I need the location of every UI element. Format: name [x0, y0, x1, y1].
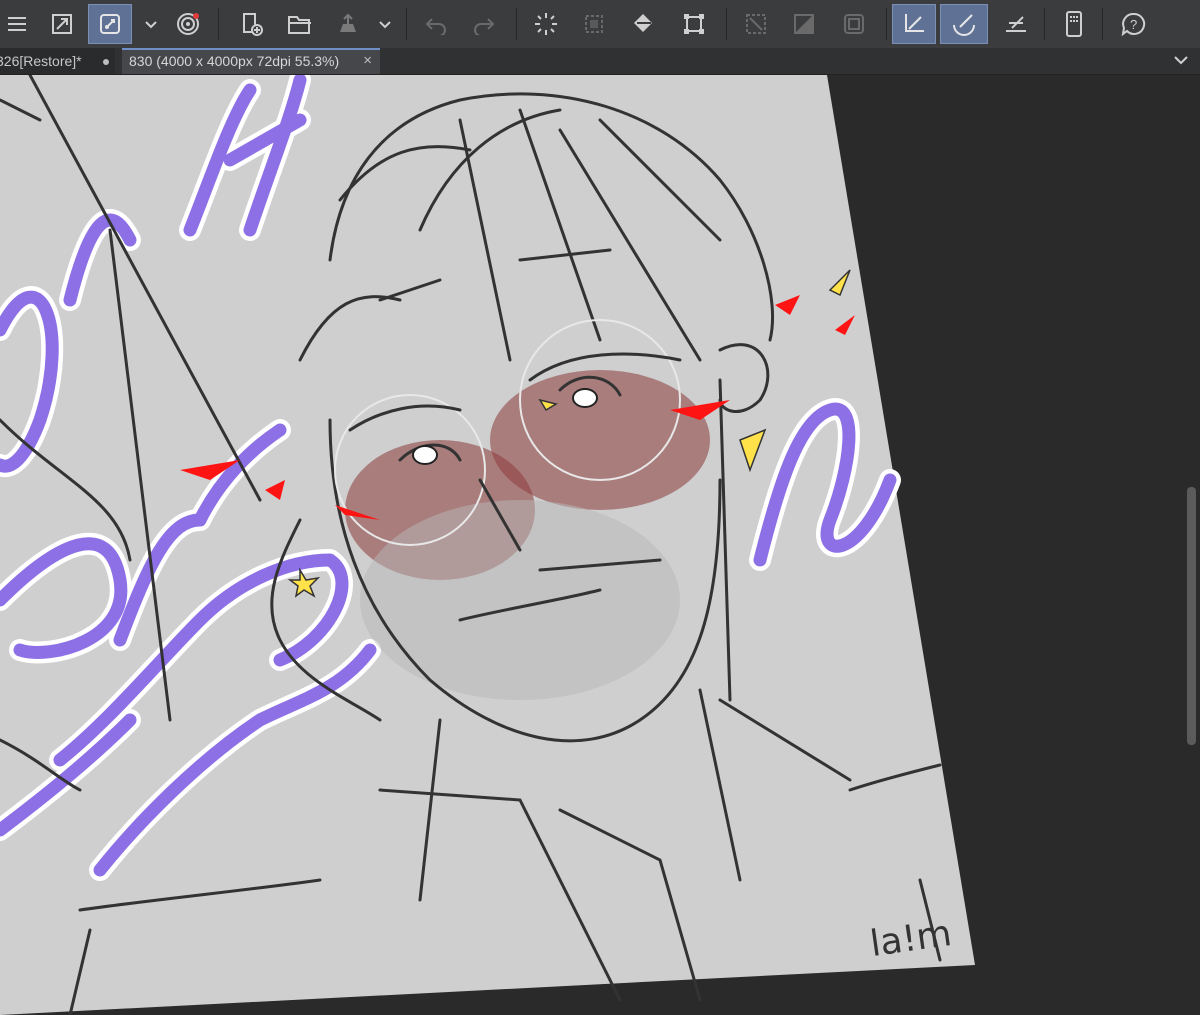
transform-icon[interactable] [672, 4, 716, 44]
open-folder-icon[interactable] [278, 4, 322, 44]
unsaved-dot-icon [103, 59, 109, 65]
toolbar-separator [406, 8, 407, 40]
spiral-icon[interactable] [166, 4, 210, 44]
ruler-snap-icon[interactable] [892, 4, 936, 44]
device-icon[interactable] [1052, 4, 1096, 44]
toolbar-separator [726, 8, 727, 40]
toolbar-separator [218, 8, 219, 40]
canvas-workspace[interactable]: la!m [0, 75, 1182, 1015]
brush-snap-icon[interactable] [940, 4, 988, 44]
help-icon[interactable]: ? [1112, 4, 1156, 44]
document-tab-bar: 326[Restore]* 830 (4000 x 4000px 72dpi 5… [0, 48, 1200, 75]
invert-selection-icon[interactable] [782, 4, 826, 44]
toolbar-separator [516, 8, 517, 40]
chevron-down-icon[interactable] [138, 4, 164, 44]
svg-text:?: ? [1130, 17, 1137, 32]
vertical-scrollbar[interactable] [1182, 75, 1200, 1015]
tab-restore-document[interactable]: 326[Restore]* [0, 48, 115, 74]
clear-outside-icon[interactable] [734, 4, 778, 44]
tab-label: 830 (4000 x 4000px 72dpi 55.3%) [129, 53, 340, 69]
tab-label: 326[Restore]* [0, 53, 82, 69]
chevron-down-icon[interactable] [372, 4, 398, 44]
crop-icon[interactable] [832, 4, 876, 44]
menu-icon[interactable] [0, 4, 38, 44]
export-icon[interactable] [326, 4, 370, 44]
close-tab-icon[interactable]: × [363, 50, 372, 72]
undo-icon[interactable] [414, 4, 458, 44]
fit-screen-icon[interactable] [40, 4, 84, 44]
main-toolbar: ? [0, 0, 1200, 49]
fill-icon[interactable] [622, 4, 666, 44]
special-ruler-icon[interactable] [994, 4, 1038, 44]
toolbar-separator [886, 8, 887, 40]
tab-active-document[interactable]: 830 (4000 x 4000px 72dpi 55.3%) × [122, 48, 380, 74]
deselect-icon[interactable] [572, 4, 616, 44]
link-pen-icon[interactable] [88, 4, 132, 44]
toolbar-separator [1044, 8, 1045, 40]
drawing-canvas[interactable]: la!m [0, 75, 1182, 1015]
tab-list-chevron-icon[interactable] [1172, 51, 1190, 74]
new-page-icon[interactable] [230, 4, 274, 44]
scrollbar-thumb[interactable] [1187, 487, 1196, 745]
select-all-icon[interactable] [524, 4, 568, 44]
redo-icon[interactable] [462, 4, 506, 44]
toolbar-separator [1102, 8, 1103, 40]
